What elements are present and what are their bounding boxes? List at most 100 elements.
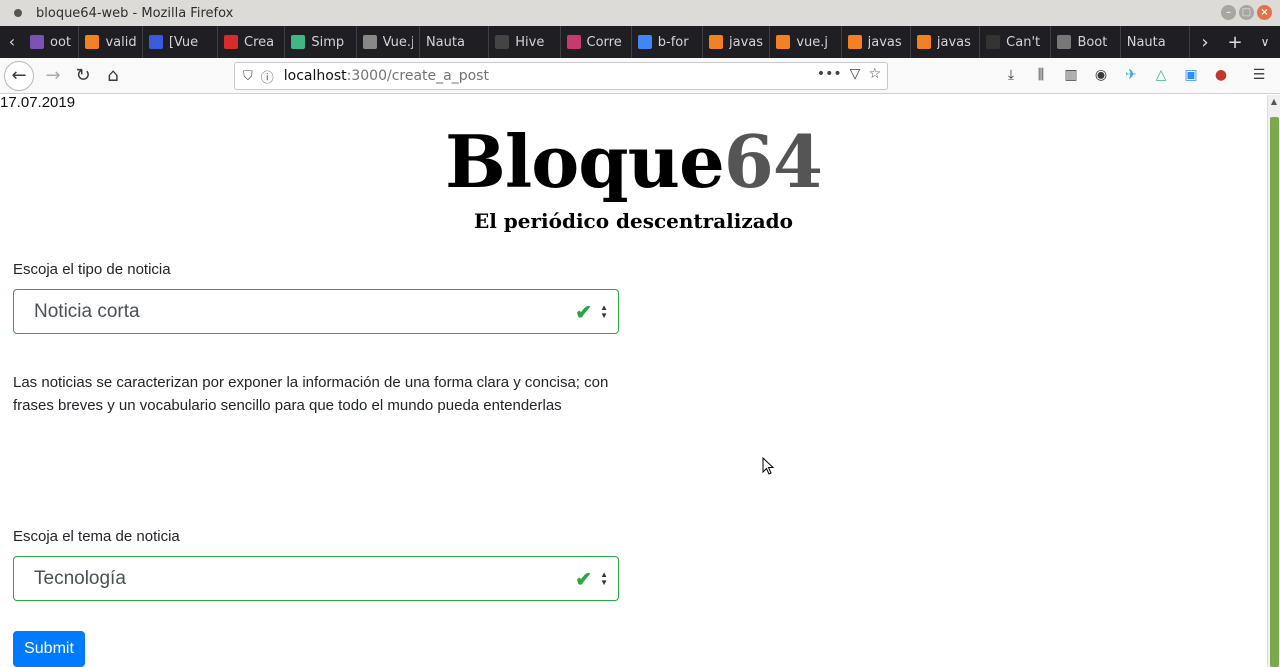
scrollbar-thumb[interactable] — [1270, 117, 1279, 667]
github-icon — [986, 35, 1001, 49]
zoom-extension-icon[interactable]: ▣ — [1180, 62, 1202, 88]
info-icon[interactable]: ⓘ — [261, 67, 274, 86]
topic-select-value: Tecnología — [34, 567, 126, 589]
tab-label: vue.j — [796, 34, 829, 50]
tab-9[interactable]: Corre — [561, 26, 632, 58]
sidebar-icon[interactable]: ▥ — [1060, 62, 1082, 88]
window-title: bloque64-web - Mozilla Firefox — [36, 5, 234, 21]
stackoverflow-icon — [85, 35, 100, 49]
hive-icon — [495, 35, 510, 49]
tab-6[interactable]: Vue.j — [357, 26, 420, 58]
tab-label: valid — [105, 34, 136, 50]
tab-15[interactable]: Can't — [980, 26, 1052, 58]
new-tab-icon[interactable]: + — [1220, 32, 1250, 53]
type-select[interactable]: Noticia corta ✔ ▲ ▼ — [13, 289, 619, 334]
topic-label: Escoja el tema de noticia — [13, 528, 180, 545]
tab-list-icon[interactable]: ∨ — [1250, 35, 1280, 49]
page-scrollbar[interactable]: ▲ — [1267, 95, 1280, 667]
red-circle-icon — [224, 35, 239, 49]
navigation-bar: ← → ↻ ⌂ ⛉ ⓘ localhost :3000/create_a_pos… — [0, 58, 1280, 94]
tab-label: [Vue — [168, 34, 199, 50]
tab-scroll-left-icon[interactable]: ‹ — [0, 26, 24, 58]
tab-label: Crea — [244, 34, 275, 50]
tab-17[interactable]: Nauta — [1121, 26, 1190, 58]
select-arrows-icon: ▲ ▼ — [600, 303, 608, 320]
reload-icon[interactable]: ↻ — [68, 61, 98, 91]
logo-number: 64 — [723, 119, 823, 204]
tab-4[interactable]: Crea — [218, 26, 286, 58]
tab-14[interactable]: javas — [911, 26, 981, 58]
menu-icon[interactable]: ☰ — [1248, 62, 1270, 88]
minimize-button[interactable]: – — [1221, 5, 1236, 20]
tab-label: javas — [936, 34, 971, 50]
tab-5[interactable]: Simp — [285, 26, 357, 58]
tab-label: b-for — [657, 34, 689, 50]
tab-label: Can't — [1006, 34, 1041, 50]
pocket-icon[interactable]: ▽ — [850, 66, 861, 82]
tab-label: Corre — [586, 34, 622, 50]
mouse-cursor-icon — [762, 457, 774, 475]
window-titlebar: bloque64-web - Mozilla Firefox – □ × — [0, 0, 1280, 26]
page-content: 17.07.2019 Bloque64 El periódico descent… — [0, 94, 1267, 667]
url-bar[interactable]: ⛉ ⓘ localhost :3000/create_a_post ••• ▽ … — [234, 62, 888, 90]
tab-2[interactable]: valid — [79, 26, 143, 58]
url-host: localhost — [283, 68, 347, 84]
bootstrap-icon — [30, 35, 44, 49]
extension-2-icon[interactable]: ● — [1210, 62, 1232, 88]
vue-devtools-icon[interactable]: △ — [1150, 62, 1172, 88]
type-description: Las noticias se caracterizan por exponer… — [13, 374, 609, 414]
date-text: 17.07.2019 — [0, 94, 76, 111]
tab-label: javas — [729, 34, 764, 50]
tab-16[interactable]: Boot — [1051, 26, 1121, 58]
bookmark-star-icon[interactable]: ☆ — [868, 66, 881, 82]
tab-label: Boot — [1077, 34, 1108, 50]
submit-button[interactable]: Submit — [13, 631, 85, 667]
close-button[interactable]: × — [1257, 5, 1272, 20]
site-subtitle: El periódico descentralizado — [473, 209, 794, 233]
tab-10[interactable]: b-for — [632, 26, 704, 58]
type-label: Escoja el tipo de noticia — [13, 261, 171, 278]
extension-1-icon[interactable]: ✈ — [1120, 62, 1142, 88]
tab-3[interactable]: [Vue — [143, 26, 219, 58]
avatar-icon — [362, 35, 377, 49]
downloads-icon[interactable]: ⤓ — [1000, 62, 1022, 88]
stackoverflow-icon — [916, 35, 931, 49]
back-icon[interactable]: ← — [4, 60, 34, 91]
tab-label: javas — [867, 34, 902, 50]
site-logo: Bloque64 — [0, 120, 1267, 204]
valid-check-icon: ✔ — [575, 302, 592, 324]
page-actions-icon[interactable]: ••• — [817, 66, 842, 82]
link-icon — [566, 35, 581, 49]
vue-icon — [291, 35, 306, 49]
scroll-up-icon[interactable]: ▲ — [1268, 95, 1280, 109]
tab-7[interactable]: Nauta — [420, 26, 490, 58]
tab-11[interactable]: javas — [703, 26, 771, 58]
tab-13[interactable]: javas — [842, 26, 911, 58]
stackoverflow-icon — [776, 35, 791, 49]
shield-icon[interactable]: ⛉ — [243, 69, 253, 84]
tab-12[interactable]: vue.j — [770, 26, 842, 58]
forward-icon[interactable]: → — [38, 61, 68, 91]
account-icon[interactable]: ◉ — [1090, 62, 1112, 88]
url-path: :3000/create_a_post — [346, 68, 489, 84]
library-icon[interactable]: ⫼ — [1030, 62, 1052, 88]
mdn-icon — [148, 35, 163, 49]
tab-1[interactable]: oot — [24, 26, 80, 58]
stackoverflow-icon — [847, 35, 862, 49]
tab-label: Nauta — [425, 34, 465, 50]
home-icon[interactable]: ⌂ — [98, 61, 128, 91]
valid-check-icon: ✔ — [575, 569, 592, 591]
tab-label: oot — [50, 34, 72, 50]
stackoverflow-icon — [709, 35, 724, 49]
tab-label: Nauta — [1126, 34, 1166, 50]
logo-text: Bloque — [445, 119, 725, 204]
tab-scroll-right-icon[interactable]: › — [1190, 32, 1220, 53]
box-icon — [1057, 35, 1072, 49]
tab-label: Simp — [311, 34, 345, 50]
tab-8[interactable]: Hive — [489, 26, 561, 58]
tab-strip: ‹ oot valid [Vue Crea Simp Vue.j Nauta Hive Corr… — [0, 26, 1280, 58]
topic-select[interactable]: Tecnología ✔ ▲ ▼ — [13, 556, 619, 601]
window-menu-icon[interactable] — [14, 9, 22, 17]
maximize-button[interactable]: □ — [1239, 5, 1254, 20]
type-select-value: Noticia corta — [34, 300, 140, 322]
